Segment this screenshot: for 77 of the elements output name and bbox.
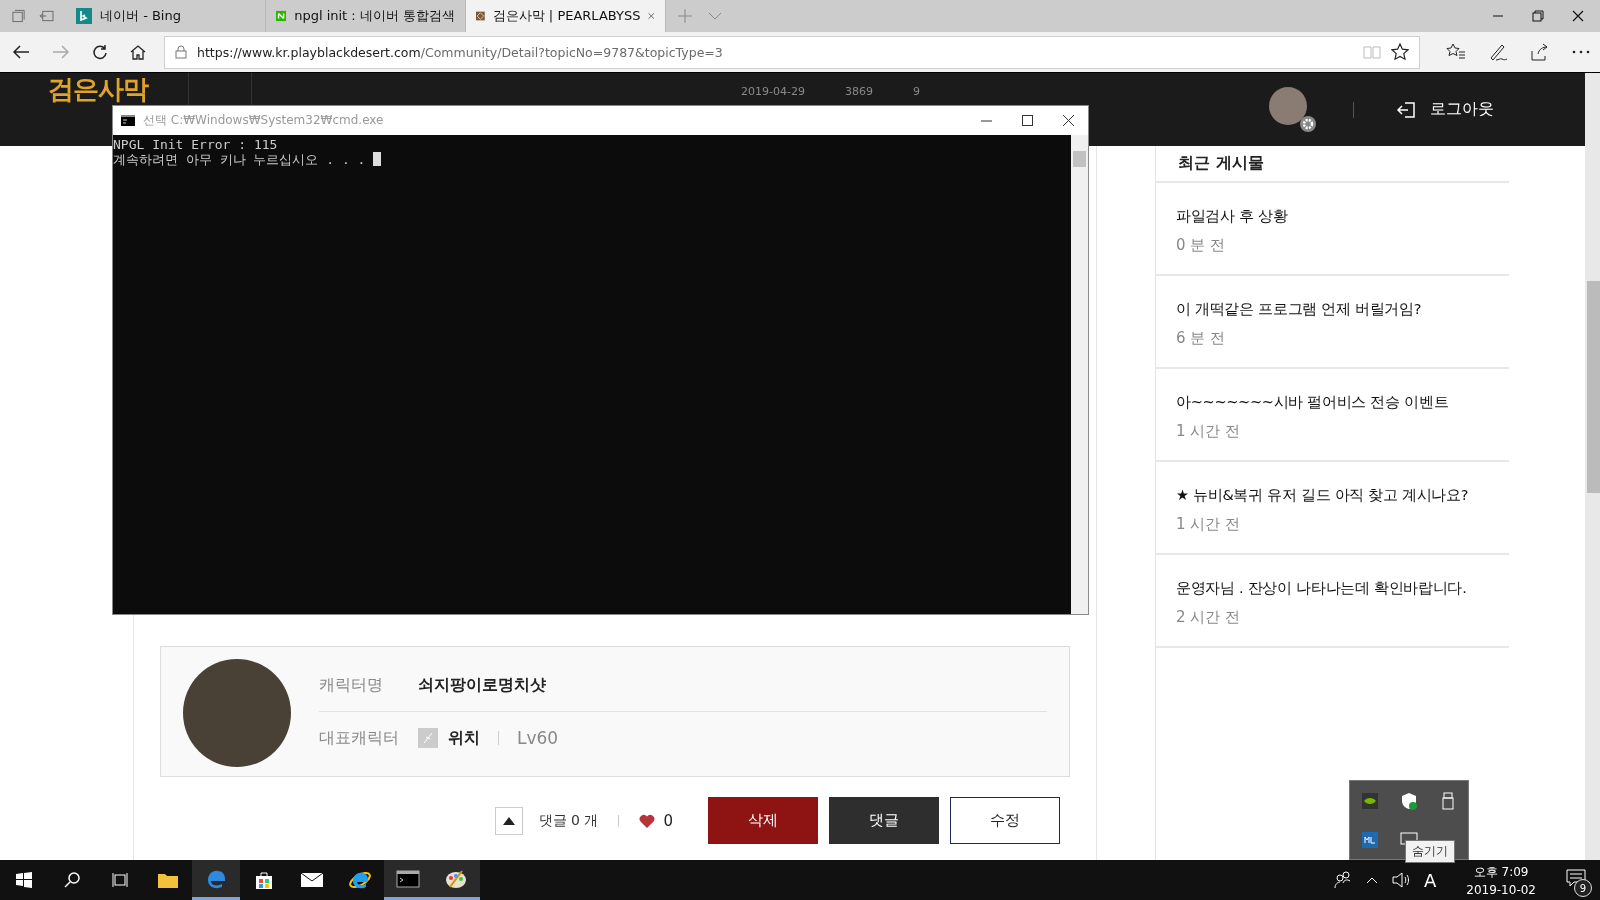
character-level: Lv60 [517,728,559,748]
close-icon[interactable] [1572,10,1584,22]
star-icon[interactable] [1391,43,1409,61]
field-label: 캐릭터명 [319,674,384,696]
favorites-list-icon[interactable] [1446,43,1466,61]
scrollbar[interactable] [1071,135,1088,614]
avatar[interactable] [1269,86,1307,125]
tab-aside-icon[interactable] [39,10,54,22]
b-logo-icon [76,8,92,24]
console-line: 계속하려면 아무 키나 누르십시오 . . . [113,152,367,167]
tooltip: 숨기기 [1405,840,1455,863]
close-icon[interactable] [1063,115,1074,126]
action-button[interactable]: 삭제 [708,797,818,844]
field-label: 대표캐릭터 [319,727,400,749]
scroll-top-button[interactable] [494,806,523,835]
task-view-icon [112,872,128,888]
post-time: 2 시간 전 [1176,608,1242,627]
eye-icon[interactable] [1361,793,1378,809]
share-icon[interactable] [1530,43,1550,61]
people-icon[interactable] [1333,871,1352,889]
like-count: 0 [663,811,673,830]
envelope-icon[interactable] [300,872,324,888]
input-method-indicator[interactable]: A [1423,869,1437,891]
browser-tab[interactable]: 검은사막 | PEARLABYSS [466,0,666,32]
header-text: 3869 [844,85,873,100]
console-line: NPGL Init Error : 115 [113,137,278,152]
notification-badge: 9 [1574,879,1592,897]
restore-icon[interactable] [1532,10,1544,22]
post-link[interactable]: ★ 뉴비&복귀 유저 길드 아직 찾고 계시나요? [1176,486,1495,505]
home-icon[interactable] [130,44,146,60]
more-icon[interactable] [1572,50,1590,54]
refresh-icon[interactable] [92,44,108,60]
maximize-icon[interactable] [1022,115,1033,126]
scrollbar[interactable] [1585,73,1600,861]
post-link[interactable]: 이 개떡같은 프로그램 언제 버릴거임? [1176,300,1495,319]
comment-count: 댓글 0 개 [538,811,599,830]
logout-button[interactable]: 로그아웃 [1390,98,1500,121]
n-logo-icon [276,8,287,24]
shield-icon[interactable] [1401,792,1417,810]
chevron-up-icon[interactable] [1365,876,1378,884]
action-button[interactable]: 수정 [950,797,1060,844]
windows-logo-icon [16,872,32,888]
pen-icon[interactable] [1488,43,1508,61]
window-title: 선택 C:₩Windows₩System32₩cmd.exe [143,112,385,129]
post-link[interactable]: 운영자님 . 잔상이 나타나는데 확인바랍니다. [1176,579,1495,598]
speaker-icon[interactable] [1391,872,1410,888]
ml-icon[interactable] [1361,832,1378,848]
clock-date[interactable]: 2019-10-02 [1466,882,1536,897]
shopping-bag-icon[interactable] [253,869,275,891]
character-class: 위치 [448,727,480,749]
logout-icon [1396,99,1416,120]
settings-icon[interactable] [1299,114,1317,133]
site-logo[interactable]: 검은사막 [48,74,148,104]
heart-icon[interactable] [639,813,656,828]
post-time: 6 분 전 [1176,329,1227,348]
padlock-icon [175,45,187,59]
back-arrow-icon[interactable] [12,44,30,60]
triangle-up-icon [502,816,515,825]
terminal-icon[interactable] [396,869,420,888]
header-text: 9 [912,85,920,100]
tab-stack-icon[interactable] [12,9,26,23]
search-icon [64,872,80,888]
console-icon [121,115,135,126]
action-button[interactable]: 댓글 [829,797,939,844]
section-title: 최근 게시물 [1156,146,1509,183]
usb-drive-icon[interactable] [1441,792,1456,810]
post-link[interactable]: 파일검사 후 상황 [1176,207,1495,226]
folder-icon[interactable] [157,871,179,889]
post-time: 1 시간 전 [1176,422,1242,441]
post-link[interactable]: 아~~~~~~~시바 펄어비스 전승 이벤트 [1176,393,1495,412]
character-name: 쇠지팡이로명치샷 [418,674,546,696]
header-text: 2019-04-29 [741,85,805,100]
text-cursor [373,152,382,166]
address-field[interactable]: https://www.kr.playblackdesert.com/Community/Detail?topicNo=9787&topicType=3 [164,35,1420,69]
post-time: 0 분 전 [1176,236,1227,255]
clock-time[interactable]: 오후 7:09 [1473,863,1529,881]
post-time: 1 시간 전 [1176,515,1242,534]
